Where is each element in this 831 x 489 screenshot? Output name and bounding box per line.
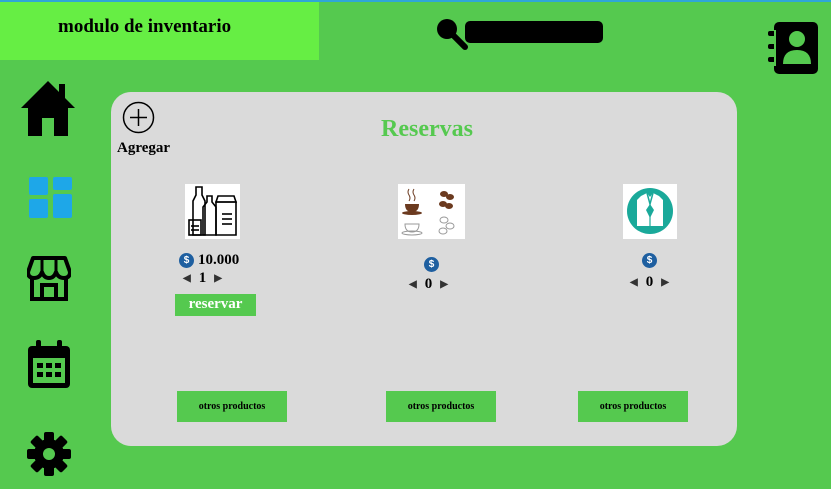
decrement-icon[interactable]: ◀ bbox=[630, 277, 638, 288]
increment-icon[interactable]: ▶ bbox=[440, 279, 448, 290]
dollar-coin-icon: $ bbox=[179, 253, 194, 268]
quantity-value: 0 bbox=[645, 274, 654, 290]
home-icon[interactable] bbox=[18, 78, 78, 138]
gear-icon[interactable] bbox=[27, 432, 71, 476]
decrement-icon[interactable]: ◀ bbox=[183, 273, 191, 284]
add-label[interactable]: Agregar bbox=[117, 140, 170, 157]
app-title: modulo de inventario bbox=[58, 16, 232, 37]
coffee-icon bbox=[398, 184, 465, 239]
product-price: 10.000 bbox=[198, 252, 240, 268]
grocery-bottles-icon bbox=[185, 184, 240, 239]
other-products-button[interactable]: otros productos bbox=[578, 391, 688, 422]
decrement-icon[interactable]: ◀ bbox=[409, 279, 417, 290]
increment-icon[interactable]: ▶ bbox=[661, 277, 669, 288]
store-icon[interactable] bbox=[27, 256, 71, 301]
dashboard-icon[interactable] bbox=[29, 177, 73, 219]
add-icon[interactable] bbox=[122, 101, 155, 134]
calendar-icon[interactable] bbox=[26, 340, 72, 390]
quantity-value: 0 bbox=[424, 276, 433, 292]
search-icon[interactable] bbox=[434, 16, 468, 50]
page-title: Reservas bbox=[381, 116, 473, 142]
quantity-stepper[interactable]: ◀ 1 ▶ bbox=[183, 270, 222, 287]
quantity-stepper[interactable]: ◀ 0 ▶ bbox=[409, 276, 448, 293]
dollar-coin-icon: $ bbox=[642, 253, 657, 268]
other-products-button[interactable]: otros productos bbox=[177, 391, 287, 422]
title-bar: modulo de inventario bbox=[0, 2, 319, 60]
quantity-stepper[interactable]: ◀ 0 ▶ bbox=[630, 274, 669, 291]
address-book-icon[interactable] bbox=[766, 22, 820, 76]
increment-icon[interactable]: ▶ bbox=[214, 273, 222, 284]
dollar-coin-icon: $ bbox=[424, 257, 439, 272]
other-products-button[interactable]: otros productos bbox=[386, 391, 496, 422]
shirt-icon bbox=[623, 184, 677, 239]
search-input[interactable] bbox=[465, 21, 603, 43]
reserve-button[interactable]: reservar bbox=[175, 294, 256, 316]
quantity-value: 1 bbox=[198, 270, 207, 286]
